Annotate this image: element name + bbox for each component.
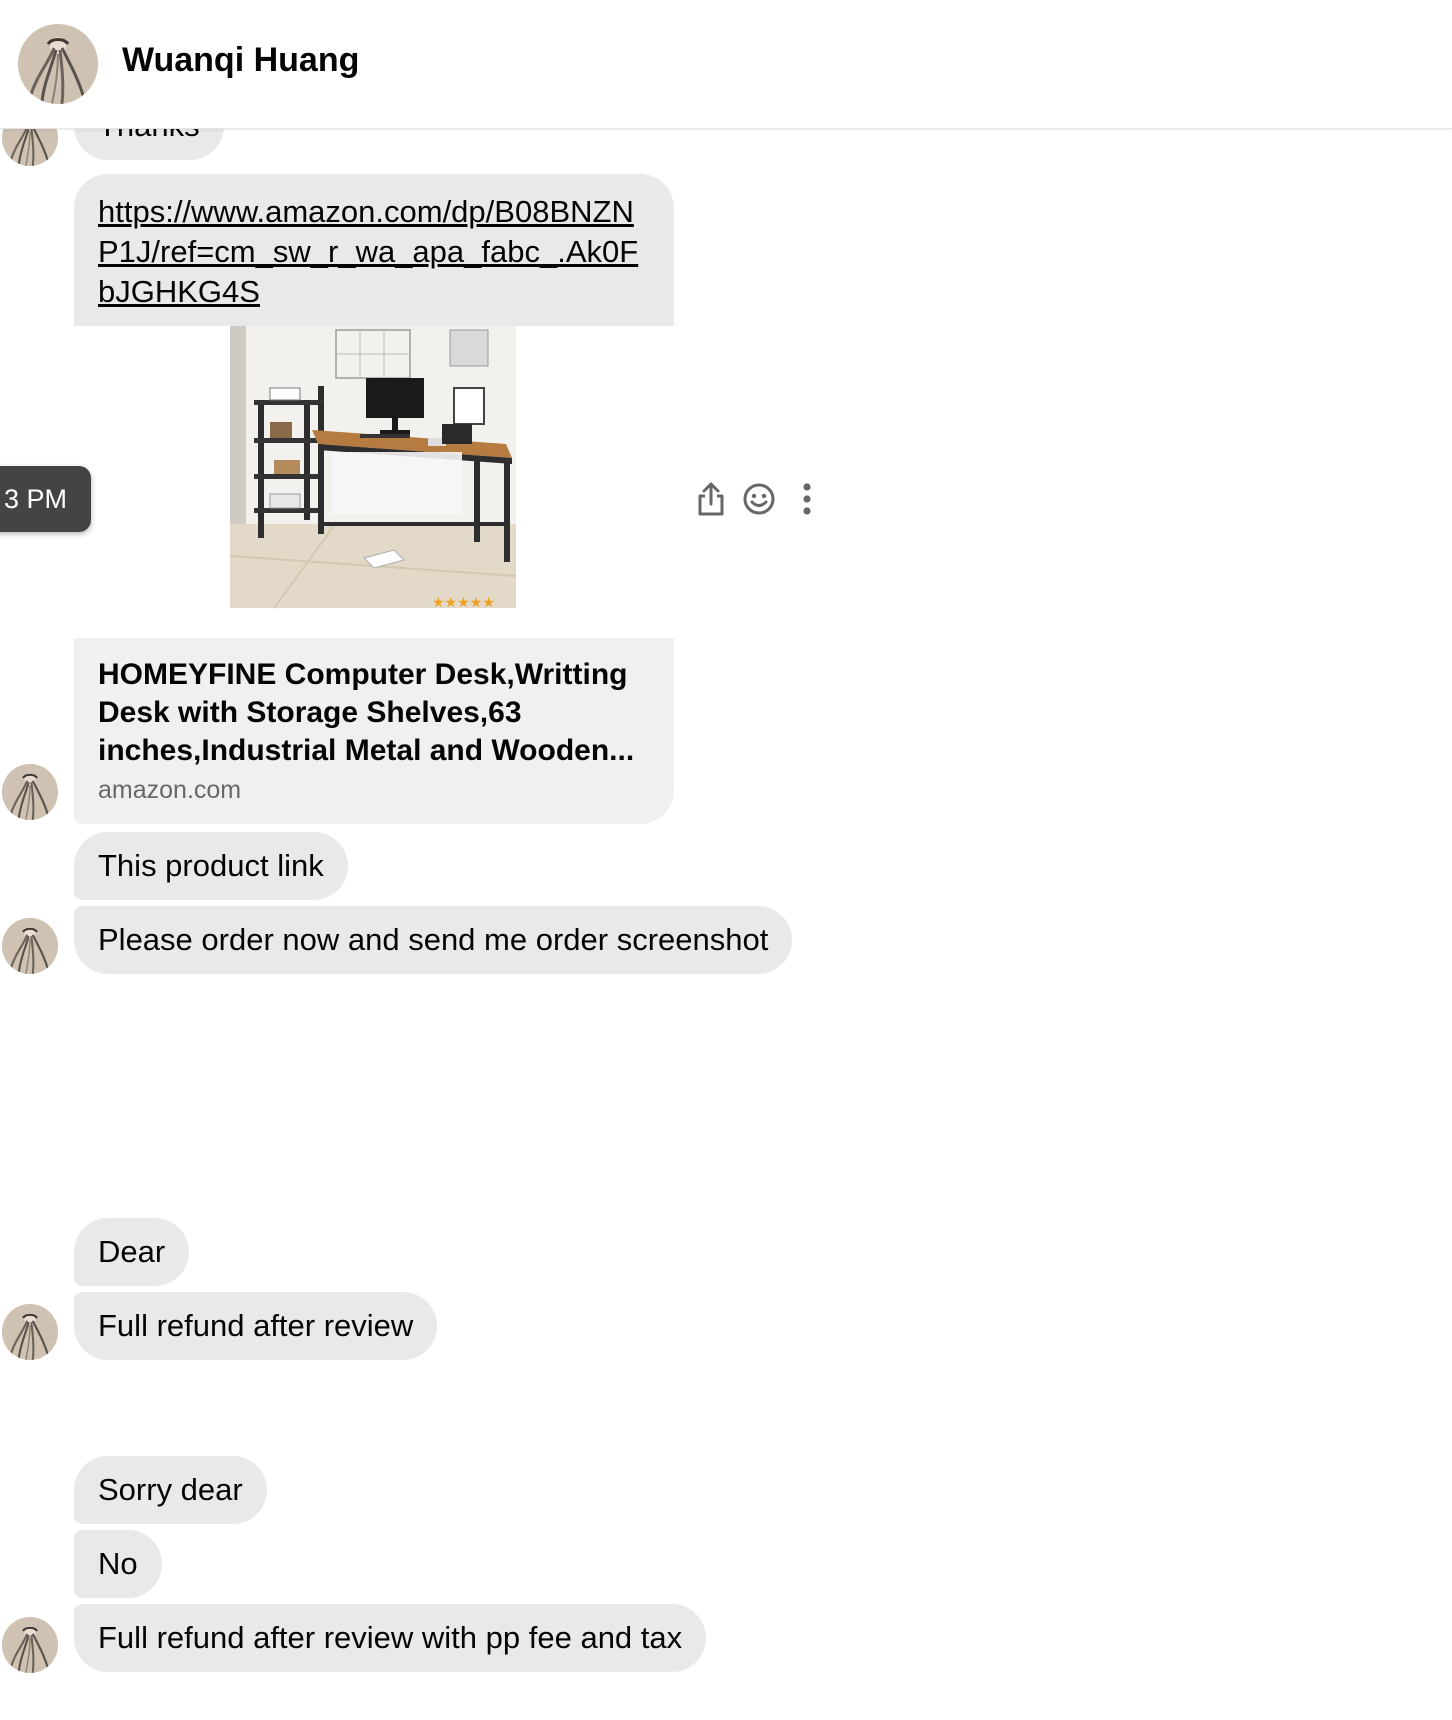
avatar-image: [2, 918, 58, 974]
header-avatar[interactable]: [18, 24, 98, 104]
avatar-image: [2, 1304, 58, 1360]
message-bubble[interactable]: Full refund after review: [74, 1292, 438, 1360]
product-image[interactable]: ★★★★★: [74, 326, 674, 638]
message-thread: Thanks https://www.amazon.com/dp/B08BNZN…: [0, 0, 1452, 1720]
link-preview-title: HOMEYFINE Computer Desk,Writting Desk wi…: [98, 658, 635, 767]
avatar-image: [18, 24, 98, 104]
message-bubble[interactable]: Full refund after review with pp fee and…: [74, 1604, 707, 1672]
desk-photo: ★★★★★: [229, 326, 517, 611]
more-vertical-icon[interactable]: [786, 478, 828, 520]
message-timestamp-tooltip: 3 PM: [0, 466, 92, 532]
message-bubble[interactable]: Dear: [74, 1218, 190, 1286]
contact-avatar[interactable]: [2, 918, 58, 974]
link-preview-card[interactable]: https://www.amazon.com/dp/B08BNZNP1J/ref…: [74, 174, 674, 824]
message-bubble[interactable]: Please order now and send me order scree…: [74, 906, 793, 974]
message-bubble[interactable]: Sorry dear: [74, 1456, 267, 1524]
message-bubble[interactable]: No: [74, 1530, 162, 1598]
share-icon[interactable]: [690, 478, 732, 520]
conversation-header: Wuanqi Huang: [0, 0, 1452, 129]
svg-text:★★★★★: ★★★★★: [432, 595, 495, 611]
contact-avatar[interactable]: [2, 1617, 58, 1673]
message-bubble[interactable]: This product link: [74, 832, 348, 900]
contact-avatar[interactable]: [2, 1304, 58, 1360]
avatar-image: [2, 1617, 58, 1673]
contact-avatar[interactable]: [2, 764, 58, 820]
link-preview-domain: amazon.com: [98, 776, 242, 804]
product-link[interactable]: https://www.amazon.com/dp/B08BNZNP1J/ref…: [74, 174, 674, 326]
smiley-icon[interactable]: [738, 478, 780, 520]
avatar-image: [2, 764, 58, 820]
contact-name[interactable]: Wuanqi Huang: [122, 40, 359, 80]
link-preview-meta[interactable]: HOMEYFINE Computer Desk,Writting Desk wi…: [74, 638, 674, 824]
